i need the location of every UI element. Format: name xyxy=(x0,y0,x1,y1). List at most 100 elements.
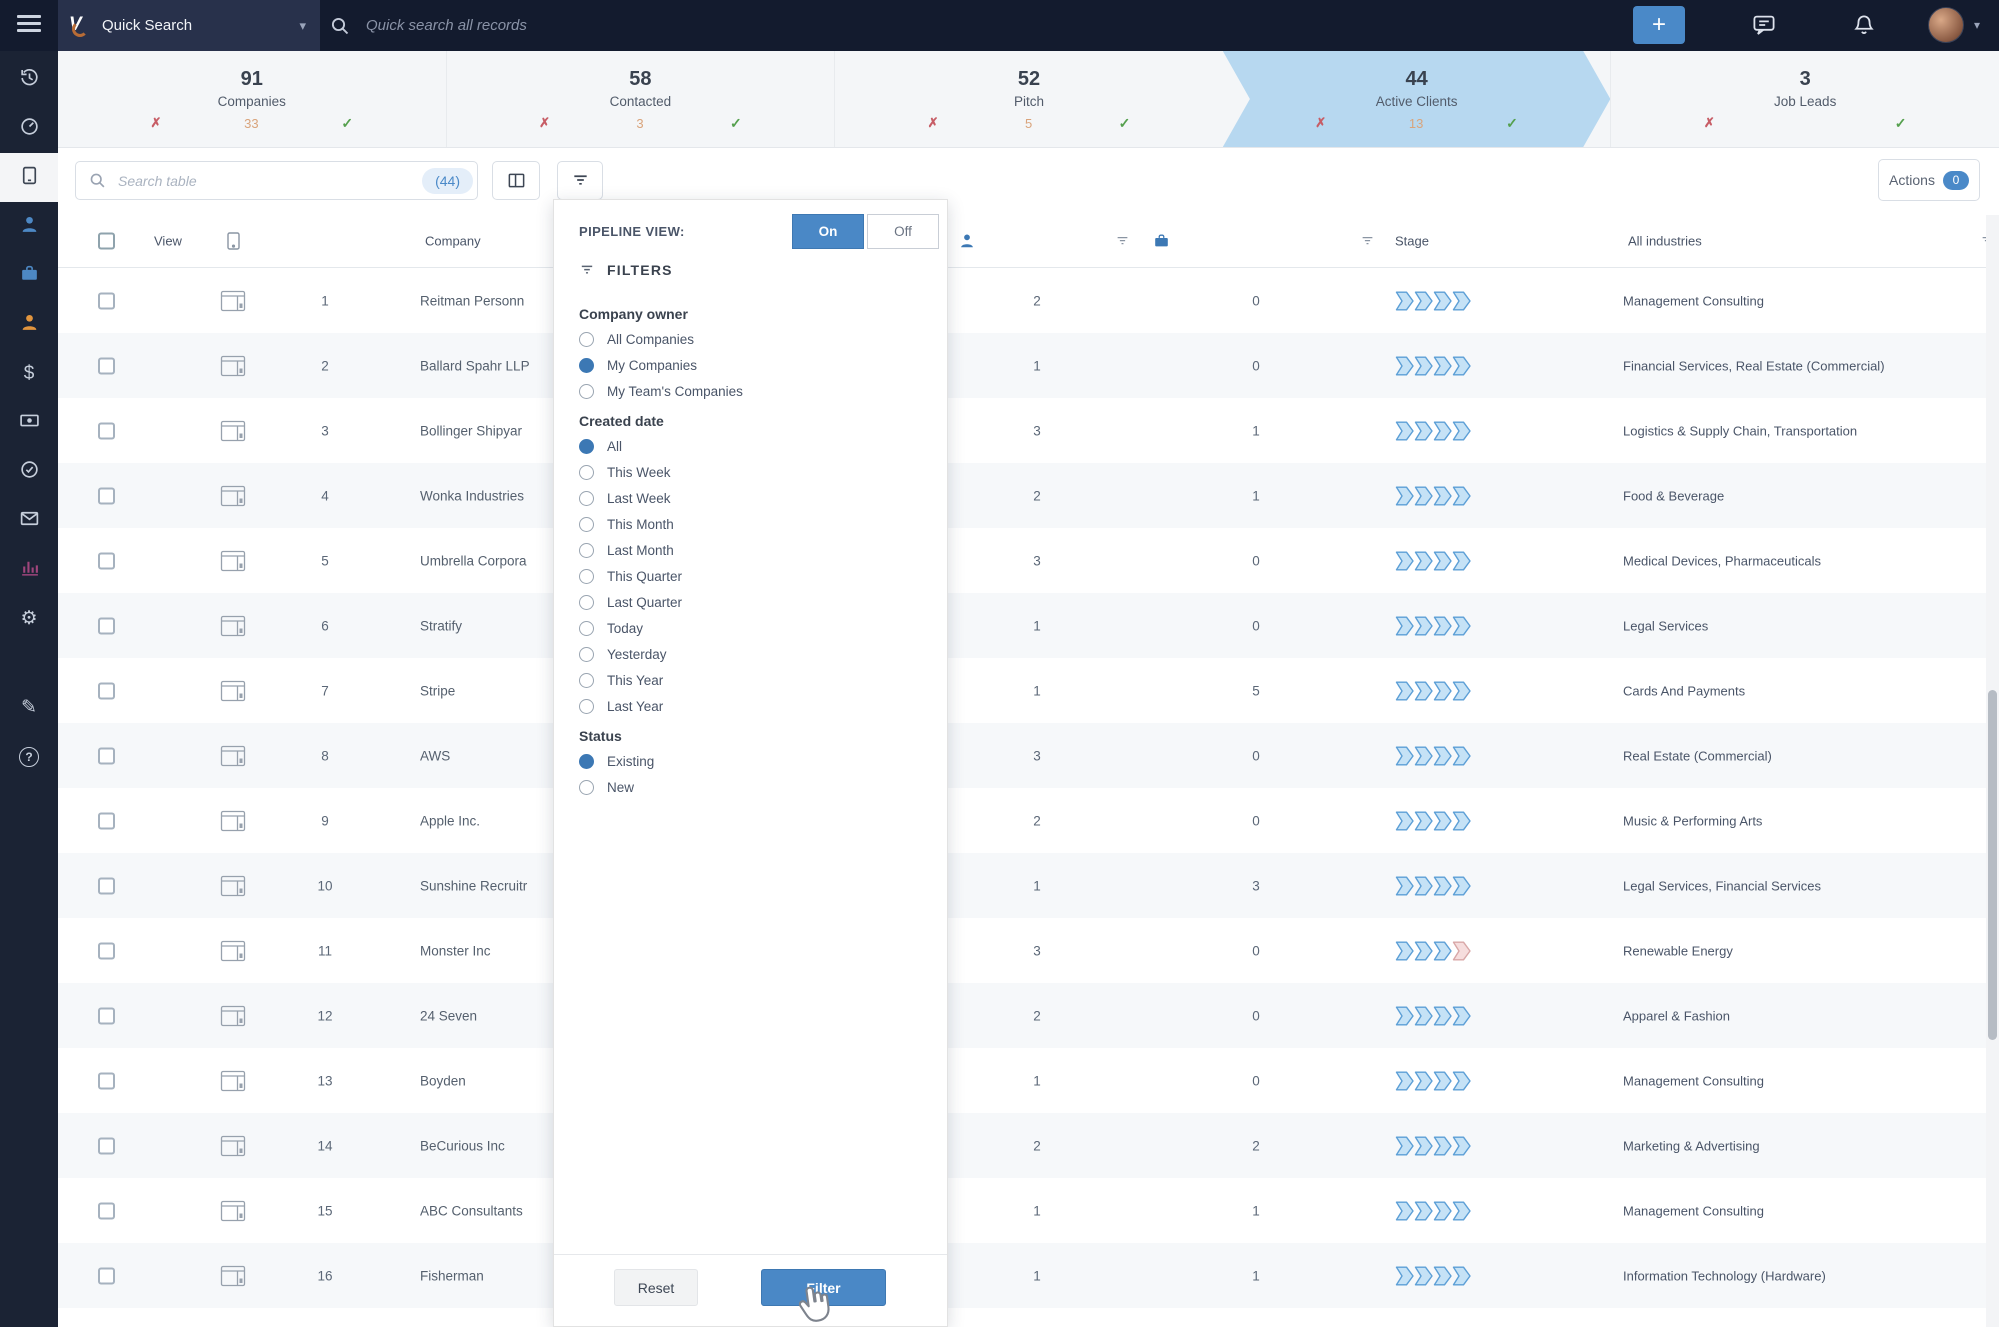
radio-unselected-icon[interactable] xyxy=(579,569,594,584)
company-link[interactable]: ABC Consultants xyxy=(420,1203,523,1218)
radio-unselected-icon[interactable] xyxy=(579,517,594,532)
company-link[interactable]: Wonka Industries xyxy=(420,488,524,503)
radio-unselected-icon[interactable] xyxy=(579,673,594,688)
filter-option[interactable]: My Team's Companies xyxy=(579,384,927,399)
company-link[interactable]: Bollinger Shipyar xyxy=(420,423,522,438)
column-settings-button[interactable] xyxy=(492,161,540,200)
company-link[interactable]: AWS xyxy=(420,748,450,763)
check-icon[interactable]: ✓ xyxy=(1506,115,1518,132)
sidebar-item-jobs[interactable] xyxy=(0,251,58,300)
filter-funnel-icon[interactable] xyxy=(1115,234,1130,249)
view-column-header[interactable]: View xyxy=(154,234,182,249)
filter-option[interactable]: This Week xyxy=(579,465,927,480)
pipeline-stage-3[interactable]: 52Pitch✗5✓ xyxy=(834,51,1223,147)
filter-button[interactable] xyxy=(557,161,603,200)
filter-option[interactable]: Existing xyxy=(579,754,927,769)
radio-unselected-icon[interactable] xyxy=(579,699,594,714)
company-link[interactable]: Fisherman xyxy=(420,1268,484,1283)
global-search-input[interactable] xyxy=(364,16,1064,35)
filter-option[interactable]: This Month xyxy=(579,517,927,532)
filter-option[interactable]: Last Year xyxy=(579,699,927,714)
stage-indicator[interactable] xyxy=(1395,356,1480,376)
stage-indicator[interactable] xyxy=(1395,1071,1480,1091)
preview-window-icon[interactable] xyxy=(220,1134,246,1158)
stage-indicator[interactable] xyxy=(1395,681,1480,701)
row-checkbox[interactable] xyxy=(98,682,115,699)
radio-unselected-icon[interactable] xyxy=(579,491,594,506)
company-link[interactable]: Ballard Spahr LLP xyxy=(420,358,530,373)
check-icon[interactable]: ✓ xyxy=(1895,115,1907,132)
pipeline-stage-2[interactable]: 58Contacted✗3✓ xyxy=(446,51,835,147)
contacts-person-icon[interactable] xyxy=(958,232,976,250)
company-link[interactable]: Sunshine Recruitr xyxy=(420,878,527,893)
stage-indicator[interactable] xyxy=(1395,616,1480,636)
row-checkbox[interactable] xyxy=(98,1267,115,1284)
stage-indicator[interactable] xyxy=(1395,1201,1480,1221)
stage-indicator[interactable] xyxy=(1395,1136,1480,1156)
sidebar-item-edit[interactable]: ✎ xyxy=(0,683,58,732)
preview-window-icon[interactable] xyxy=(220,1199,246,1223)
hamburger-menu-icon[interactable] xyxy=(17,15,41,35)
add-record-button[interactable]: + xyxy=(1633,6,1685,44)
sidebar-item-candidates[interactable] xyxy=(0,300,58,349)
x-icon[interactable]: ✗ xyxy=(539,115,550,131)
radio-unselected-icon[interactable] xyxy=(579,543,594,558)
filter-option[interactable]: Last Week xyxy=(579,491,927,506)
radio-selected-icon[interactable] xyxy=(579,358,594,373)
avatar-chevron-icon[interactable]: ▾ xyxy=(1974,18,1980,32)
row-checkbox[interactable] xyxy=(98,292,115,309)
stage-indicator[interactable] xyxy=(1395,746,1480,766)
preview-window-icon[interactable] xyxy=(220,939,246,963)
filter-option[interactable]: This Quarter xyxy=(579,569,927,584)
reset-button[interactable]: Reset xyxy=(614,1269,698,1306)
sidebar-item-analytics[interactable] xyxy=(0,545,58,594)
stage-indicator[interactable] xyxy=(1395,291,1480,311)
pipeline-view-on-button[interactable]: On xyxy=(792,214,864,249)
notifications-bell-icon[interactable] xyxy=(1852,13,1876,37)
company-link[interactable]: Monster Inc xyxy=(420,943,491,958)
stage-indicator[interactable] xyxy=(1395,486,1480,506)
check-icon[interactable]: ✓ xyxy=(730,115,742,132)
radio-unselected-icon[interactable] xyxy=(579,595,594,610)
row-checkbox[interactable] xyxy=(98,812,115,829)
stage-indicator[interactable] xyxy=(1395,876,1480,896)
filter-funnel-icon[interactable] xyxy=(1360,234,1375,249)
row-checkbox[interactable] xyxy=(98,552,115,569)
check-icon[interactable]: ✓ xyxy=(1119,115,1131,132)
sidebar-item-contacts[interactable] xyxy=(0,202,58,251)
x-icon[interactable]: ✗ xyxy=(1704,115,1715,131)
sidebar-item-help[interactable]: ? xyxy=(0,732,58,781)
filter-option[interactable]: All xyxy=(579,439,927,454)
preview-window-icon[interactable] xyxy=(220,549,246,573)
quick-search-dropdown[interactable]: V Quick Search ▾ xyxy=(58,0,320,51)
x-icon[interactable]: ✗ xyxy=(150,115,161,131)
company-link[interactable]: Stratify xyxy=(420,618,462,633)
stage-indicator[interactable] xyxy=(1395,1006,1480,1026)
preview-window-icon[interactable] xyxy=(220,354,246,378)
radio-unselected-icon[interactable] xyxy=(579,465,594,480)
company-link[interactable]: Apple Inc. xyxy=(420,813,480,828)
filter-option[interactable]: My Companies xyxy=(579,358,927,373)
phone-icon[interactable] xyxy=(226,232,241,251)
row-checkbox[interactable] xyxy=(98,422,115,439)
row-checkbox[interactable] xyxy=(98,1137,115,1154)
preview-window-icon[interactable] xyxy=(220,1264,246,1288)
stage-column-header[interactable]: Stage xyxy=(1395,234,1429,249)
sidebar-item-tasks[interactable] xyxy=(0,447,58,496)
filter-option[interactable]: Last Month xyxy=(579,543,927,558)
company-link[interactable]: Reitman Personn xyxy=(420,293,524,308)
chat-icon[interactable] xyxy=(1752,13,1776,37)
company-link[interactable]: Umbrella Corpora xyxy=(420,553,527,568)
sidebar-item-companies[interactable] xyxy=(0,153,58,202)
preview-window-icon[interactable] xyxy=(220,874,246,898)
sidebar-item-payments[interactable] xyxy=(0,398,58,447)
preview-window-icon[interactable] xyxy=(220,1004,246,1028)
row-checkbox[interactable] xyxy=(98,747,115,764)
stage-indicator[interactable] xyxy=(1395,941,1480,961)
filter-option[interactable]: All Companies xyxy=(579,332,927,347)
pipeline-view-off-button[interactable]: Off xyxy=(867,214,939,249)
radio-selected-icon[interactable] xyxy=(579,754,594,769)
company-column-header[interactable]: Company xyxy=(425,234,481,249)
company-link[interactable]: BeCurious Inc xyxy=(420,1138,505,1153)
sidebar-item-billing[interactable]: $ xyxy=(0,349,58,398)
